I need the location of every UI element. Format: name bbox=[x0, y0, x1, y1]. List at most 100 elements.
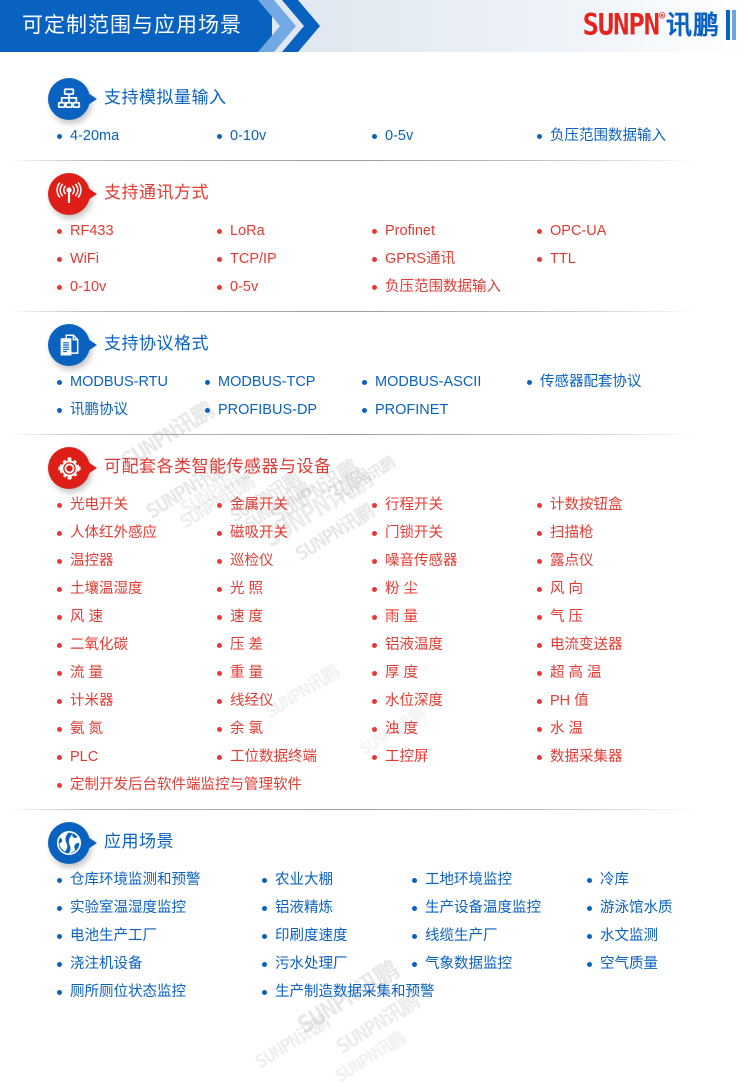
list-item: 风 速 bbox=[56, 603, 216, 631]
list-item: 0-10v bbox=[56, 273, 216, 301]
gear-icon bbox=[48, 447, 97, 489]
section-communication: 支持通讯方式 RF433 LoRa Profinet OPC-UA WiFi T… bbox=[0, 173, 750, 301]
list-item: 厕所厕位状态监控 bbox=[56, 978, 261, 1006]
list-item: 传感器配套协议 bbox=[526, 368, 750, 396]
list-item: MODBUS-RTU bbox=[56, 368, 204, 396]
section-items: MODBUS-RTU MODBUS-TCP MODBUS-ASCII 传感器配套… bbox=[48, 368, 750, 424]
list-item: 4-20ma bbox=[56, 122, 216, 150]
list-item: 温控器 bbox=[56, 547, 216, 575]
list-item: 铝液温度 bbox=[371, 631, 536, 659]
list-item: 仓库环境监测和预警 bbox=[56, 866, 261, 894]
list-item: 厚 度 bbox=[371, 659, 536, 687]
list-item: PLC bbox=[56, 743, 216, 771]
list-item: 光 照 bbox=[216, 575, 371, 603]
list-item: TCP/IP bbox=[216, 245, 371, 273]
list-item: 超 高 温 bbox=[536, 659, 750, 687]
section-title: 支持模拟量输入 bbox=[104, 88, 227, 107]
section-items: 4-20ma 0-10v 0-5v 负压范围数据输入 bbox=[48, 122, 750, 150]
list-item: 水 温 bbox=[536, 715, 750, 743]
list-item: 电池生产工厂 bbox=[56, 922, 261, 950]
list-item: 线缆生产厂 bbox=[411, 922, 586, 950]
section-header: 支持协议格式 bbox=[48, 324, 750, 368]
section-divider bbox=[8, 809, 698, 810]
list-item: 风 向 bbox=[536, 575, 750, 603]
list-item: 农业大棚 bbox=[261, 866, 411, 894]
section-divider bbox=[8, 311, 698, 312]
list-item: 0-5v bbox=[216, 273, 371, 301]
list-item: 雨 量 bbox=[371, 603, 536, 631]
documents-icon bbox=[48, 324, 97, 366]
list-item: 浊 度 bbox=[371, 715, 536, 743]
list-item: RF433 bbox=[56, 217, 216, 245]
brand-logo: SUNPN® 讯鹏 bbox=[583, 6, 736, 44]
list-item: 污水处理厂 bbox=[261, 950, 411, 978]
list-item: 负压范围数据输入 bbox=[536, 122, 750, 150]
section-header: 可配套各类智能传感器与设备 bbox=[48, 447, 750, 491]
list-item: 生产制造数据采集和预警 bbox=[261, 978, 586, 1006]
section-header: 支持通讯方式 bbox=[48, 173, 750, 217]
list-item: 速 度 bbox=[216, 603, 371, 631]
page-header: 可定制范围与应用场景 SUNPN® 讯鹏 bbox=[0, 0, 750, 52]
list-item: OPC-UA bbox=[536, 217, 750, 245]
list-item: 噪音传感器 bbox=[371, 547, 536, 575]
list-item: 工地环境监控 bbox=[411, 866, 586, 894]
list-item: 土壤温湿度 bbox=[56, 575, 216, 603]
list-item: 门锁开关 bbox=[371, 519, 536, 547]
list-item: 电流变送器 bbox=[536, 631, 750, 659]
list-item: 重 量 bbox=[216, 659, 371, 687]
section-title: 支持通讯方式 bbox=[104, 183, 209, 202]
list-item: 定制开发后台软件端监控与管理软件 bbox=[56, 771, 750, 799]
list-item: 工位数据终端 bbox=[216, 743, 371, 771]
section-header: 支持模拟量输入 bbox=[48, 78, 750, 122]
list-item: LoRa bbox=[216, 217, 371, 245]
list-item: 露点仪 bbox=[536, 547, 750, 575]
section-sensors: 可配套各类智能传感器与设备 光电开关 金属开关 行程开关 计数按钮盒 人体红外感… bbox=[0, 447, 750, 799]
list-item: 人体红外感应 bbox=[56, 519, 216, 547]
list-item: 金属开关 bbox=[216, 491, 371, 519]
list-item: 印刷度速度 bbox=[261, 922, 411, 950]
header-chevron-dark bbox=[282, 0, 320, 52]
list-item: 铝液精炼 bbox=[261, 894, 411, 922]
section-items: RF433 LoRa Profinet OPC-UA WiFi TCP/IP G… bbox=[48, 217, 750, 301]
section-items: 光电开关 金属开关 行程开关 计数按钮盒 人体红外感应 磁吸开关 门锁开关 扫描… bbox=[48, 491, 750, 799]
list-item: 气象数据监控 bbox=[411, 950, 586, 978]
section-items: 仓库环境监测和预警 农业大棚 工地环境监控 冷库 实验室温湿度监控 铝液精炼 生… bbox=[48, 866, 750, 1006]
list-item: 行程开关 bbox=[371, 491, 536, 519]
list-item: 二氧化碳 bbox=[56, 631, 216, 659]
section-analog-input: 支持模拟量输入 4-20ma 0-10v 0-5v 负压范围数据输入 bbox=[0, 78, 750, 150]
list-item: GPRS通讯 bbox=[371, 245, 536, 273]
broadcast-antenna-icon bbox=[48, 173, 97, 215]
list-item: 粉 尘 bbox=[371, 575, 536, 603]
section-divider bbox=[8, 160, 698, 161]
list-item: 计数按钮盒 bbox=[536, 491, 750, 519]
watermark: SUNPN讯鹏 bbox=[331, 1028, 409, 1087]
list-item: 计米器 bbox=[56, 687, 216, 715]
list-item: 0-5v bbox=[371, 122, 536, 150]
list-item: MODBUS-TCP bbox=[204, 368, 361, 396]
list-item: 实验室温湿度监控 bbox=[56, 894, 261, 922]
list-item: 氨 氮 bbox=[56, 715, 216, 743]
list-item: Profinet bbox=[371, 217, 536, 245]
section-header: 应用场景 bbox=[48, 822, 750, 866]
list-item: 讯鹏协议 bbox=[56, 396, 204, 424]
list-item: 冷库 bbox=[586, 866, 750, 894]
content-area: SUNPN讯鹏 SUNPN讯鹏 SUNPN讯鹏 SUNPN讯鹏 SUNPN讯鹏 … bbox=[0, 78, 750, 1087]
section-title: 支持协议格式 bbox=[104, 334, 209, 353]
list-item: 水文监测 bbox=[586, 922, 750, 950]
section-protocol: 支持协议格式 MODBUS-RTU MODBUS-TCP MODBUS-ASCI… bbox=[0, 324, 750, 424]
section-divider bbox=[8, 434, 698, 435]
list-item: 压 差 bbox=[216, 631, 371, 659]
list-item: 余 氯 bbox=[216, 715, 371, 743]
list-item: 气 压 bbox=[536, 603, 750, 631]
logo-bars-icon bbox=[726, 10, 736, 40]
list-item: 游泳馆水质 bbox=[586, 894, 750, 922]
globe-icon bbox=[48, 822, 97, 864]
list-item: 巡检仪 bbox=[216, 547, 371, 575]
section-title: 可配套各类智能传感器与设备 bbox=[104, 457, 332, 476]
list-item: 浇注机设备 bbox=[56, 950, 261, 978]
list-item: WiFi bbox=[56, 245, 216, 273]
list-item: PROFIBUS-DP bbox=[204, 396, 361, 424]
logo-chinese-text: 讯鹏 bbox=[665, 10, 720, 40]
list-item: 空气质量 bbox=[586, 950, 750, 978]
section-title: 应用场景 bbox=[104, 832, 174, 851]
